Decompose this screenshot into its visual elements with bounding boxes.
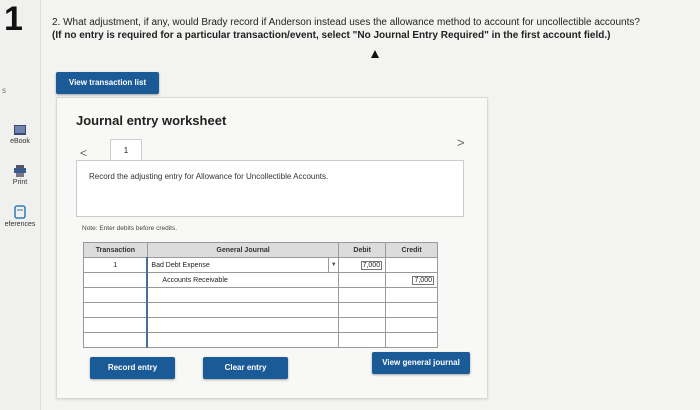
left-rail: 1 s eBook Print eferences bbox=[0, 0, 41, 410]
record-entry-button[interactable]: Record entry bbox=[90, 357, 175, 379]
account-cell[interactable]: Bad Debt Expense bbox=[146, 257, 330, 273]
question-instruction: (If no entry is required for a particula… bbox=[52, 30, 611, 41]
question-text: 2. What adjustment, if any, would Brady … bbox=[52, 17, 640, 28]
step-number: 1 bbox=[4, 0, 23, 38]
worksheet-instruction: Record the adjusting entry for Allowance… bbox=[89, 172, 329, 181]
general-journal-header: General Journal bbox=[146, 242, 340, 258]
view-transaction-list-button[interactable]: View transaction list bbox=[56, 72, 159, 94]
debit-cell[interactable] bbox=[338, 332, 387, 348]
credit-cell[interactable]: 7,000 bbox=[385, 272, 438, 288]
transaction-cell[interactable]: 1 bbox=[83, 257, 148, 273]
view-general-journal-button[interactable]: View general journal bbox=[372, 352, 470, 374]
rail-item-references[interactable]: eferences bbox=[0, 205, 40, 228]
table-row: Accounts Receivable 7,000 bbox=[83, 272, 438, 288]
table-row bbox=[83, 302, 438, 318]
prev-arrow-icon[interactable]: < bbox=[80, 146, 87, 160]
debit-cell[interactable] bbox=[338, 302, 387, 318]
credit-cell[interactable] bbox=[385, 257, 438, 273]
account-cell[interactable] bbox=[146, 302, 340, 318]
credit-cell[interactable] bbox=[385, 332, 438, 348]
book-icon bbox=[14, 125, 26, 135]
debits-note: Note: Enter debits before credits. bbox=[82, 225, 178, 232]
account-dropdown-icon[interactable]: ▼ bbox=[328, 257, 340, 273]
journal-table: Transaction General Journal Debit Credit… bbox=[83, 242, 438, 348]
printer-icon bbox=[14, 165, 26, 177]
debit-cell[interactable] bbox=[338, 317, 387, 333]
transaction-cell[interactable] bbox=[83, 332, 148, 348]
table-row bbox=[83, 287, 438, 303]
debit-cell[interactable]: 7,000 bbox=[338, 257, 387, 273]
transaction-cell[interactable] bbox=[83, 287, 148, 303]
account-cell[interactable]: Accounts Receivable bbox=[146, 272, 340, 288]
transaction-cell[interactable] bbox=[83, 302, 148, 318]
credit-value[interactable]: 7,000 bbox=[412, 275, 434, 285]
next-arrow-icon[interactable]: > bbox=[457, 135, 465, 150]
table-row: 1 Bad Debt Expense ▼ 7,000 bbox=[83, 257, 438, 273]
debit-header: Debit bbox=[338, 242, 387, 258]
clear-entry-button[interactable]: Clear entry bbox=[203, 357, 288, 379]
rail-mark: s bbox=[2, 86, 6, 95]
rail-item-references-label: eferences bbox=[4, 221, 36, 228]
account-cell[interactable] bbox=[146, 317, 340, 333]
credit-cell[interactable] bbox=[385, 287, 438, 303]
debit-value[interactable]: 7,000 bbox=[360, 260, 383, 270]
rail-item-ebook-label: eBook bbox=[10, 138, 30, 145]
account-cell[interactable] bbox=[146, 332, 340, 348]
credit-cell[interactable] bbox=[385, 317, 438, 333]
transaction-cell[interactable] bbox=[83, 272, 148, 288]
rail-item-ebook[interactable]: eBook bbox=[0, 124, 40, 145]
rail-item-print-label: Print bbox=[12, 179, 28, 186]
credit-header: Credit bbox=[385, 242, 438, 258]
transaction-header: Transaction bbox=[83, 242, 148, 258]
rail-item-print[interactable]: Print bbox=[0, 165, 40, 186]
question: 2. What adjustment, if any, would Brady … bbox=[52, 16, 692, 42]
table-header-row: Transaction General Journal Debit Credit bbox=[83, 242, 438, 258]
transaction-cell[interactable] bbox=[83, 317, 148, 333]
table-row bbox=[83, 332, 438, 348]
table-row bbox=[83, 317, 438, 333]
debit-cell[interactable] bbox=[338, 287, 387, 303]
credit-cell[interactable] bbox=[385, 302, 438, 318]
instruction-box bbox=[76, 160, 464, 217]
account-cell[interactable] bbox=[146, 287, 340, 303]
worksheet-title: Journal entry worksheet bbox=[76, 113, 227, 128]
references-icon bbox=[14, 205, 26, 219]
mouse-cursor bbox=[371, 50, 379, 58]
debit-cell[interactable] bbox=[338, 272, 387, 288]
